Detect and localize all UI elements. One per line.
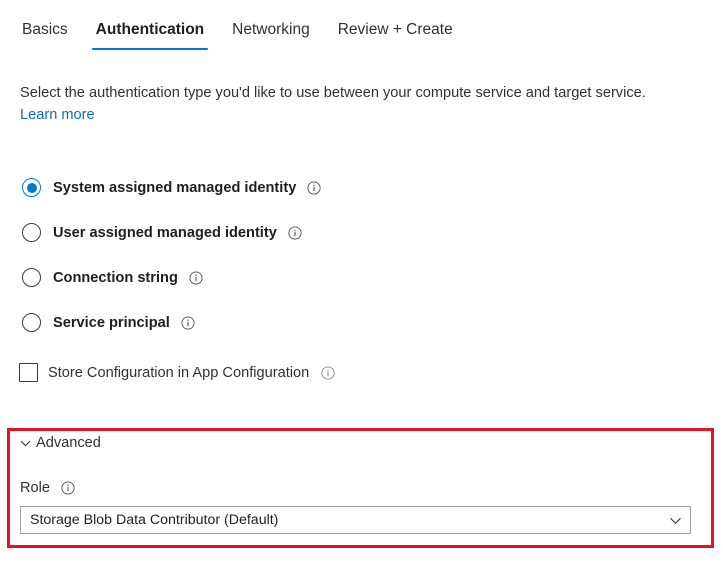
info-icon[interactable] — [288, 226, 302, 240]
authentication-type-radio-group: System assigned managed identity User as… — [22, 165, 662, 345]
info-icon[interactable] — [307, 181, 321, 195]
chevron-down-icon — [20, 438, 31, 449]
info-icon[interactable] — [321, 366, 335, 380]
checkbox-label: Store Configuration in App Configuration — [48, 365, 309, 381]
description-text: Select the authentication type you'd lik… — [20, 85, 646, 101]
tab-authentication[interactable]: Authentication — [82, 0, 219, 40]
radio-label: Service principal — [53, 315, 170, 331]
radio-mark — [22, 313, 41, 332]
learn-more-link[interactable]: Learn more — [20, 107, 95, 123]
radio-label: System assigned managed identity — [53, 180, 296, 196]
role-label: Role — [20, 480, 50, 496]
checkbox-mark — [19, 363, 38, 382]
radio-mark — [22, 178, 41, 197]
radio-label: Connection string — [53, 270, 178, 286]
tab-basics[interactable]: Basics — [8, 0, 82, 40]
info-icon[interactable] — [181, 316, 195, 330]
advanced-label: Advanced — [36, 435, 101, 451]
wizard-tabs: Basics Authentication Networking Review … — [0, 0, 723, 57]
role-dropdown[interactable]: Storage Blob Data Contributor (Default) — [20, 506, 691, 534]
radio-label: User assigned managed identity — [53, 225, 277, 241]
radio-connection-string[interactable]: Connection string — [22, 255, 662, 300]
radio-service-principal[interactable]: Service principal — [22, 300, 662, 345]
role-dropdown-value: Storage Blob Data Contributor (Default) — [21, 512, 660, 528]
chevron-down-icon[interactable] — [660, 507, 690, 533]
radio-mark — [22, 268, 41, 287]
info-icon[interactable] — [189, 271, 203, 285]
info-icon[interactable] — [61, 481, 75, 495]
role-field-label: Role — [20, 480, 75, 496]
tab-networking[interactable]: Networking — [218, 0, 324, 40]
radio-mark — [22, 223, 41, 242]
advanced-section-toggle[interactable]: Advanced — [20, 435, 101, 451]
page-description: Select the authentication type you'd lik… — [20, 82, 665, 126]
tab-review-create[interactable]: Review + Create — [324, 0, 467, 40]
store-configuration-checkbox[interactable]: Store Configuration in App Configuration — [19, 363, 335, 382]
radio-system-assigned-managed-identity[interactable]: System assigned managed identity — [22, 165, 662, 210]
radio-user-assigned-managed-identity[interactable]: User assigned managed identity — [22, 210, 662, 255]
